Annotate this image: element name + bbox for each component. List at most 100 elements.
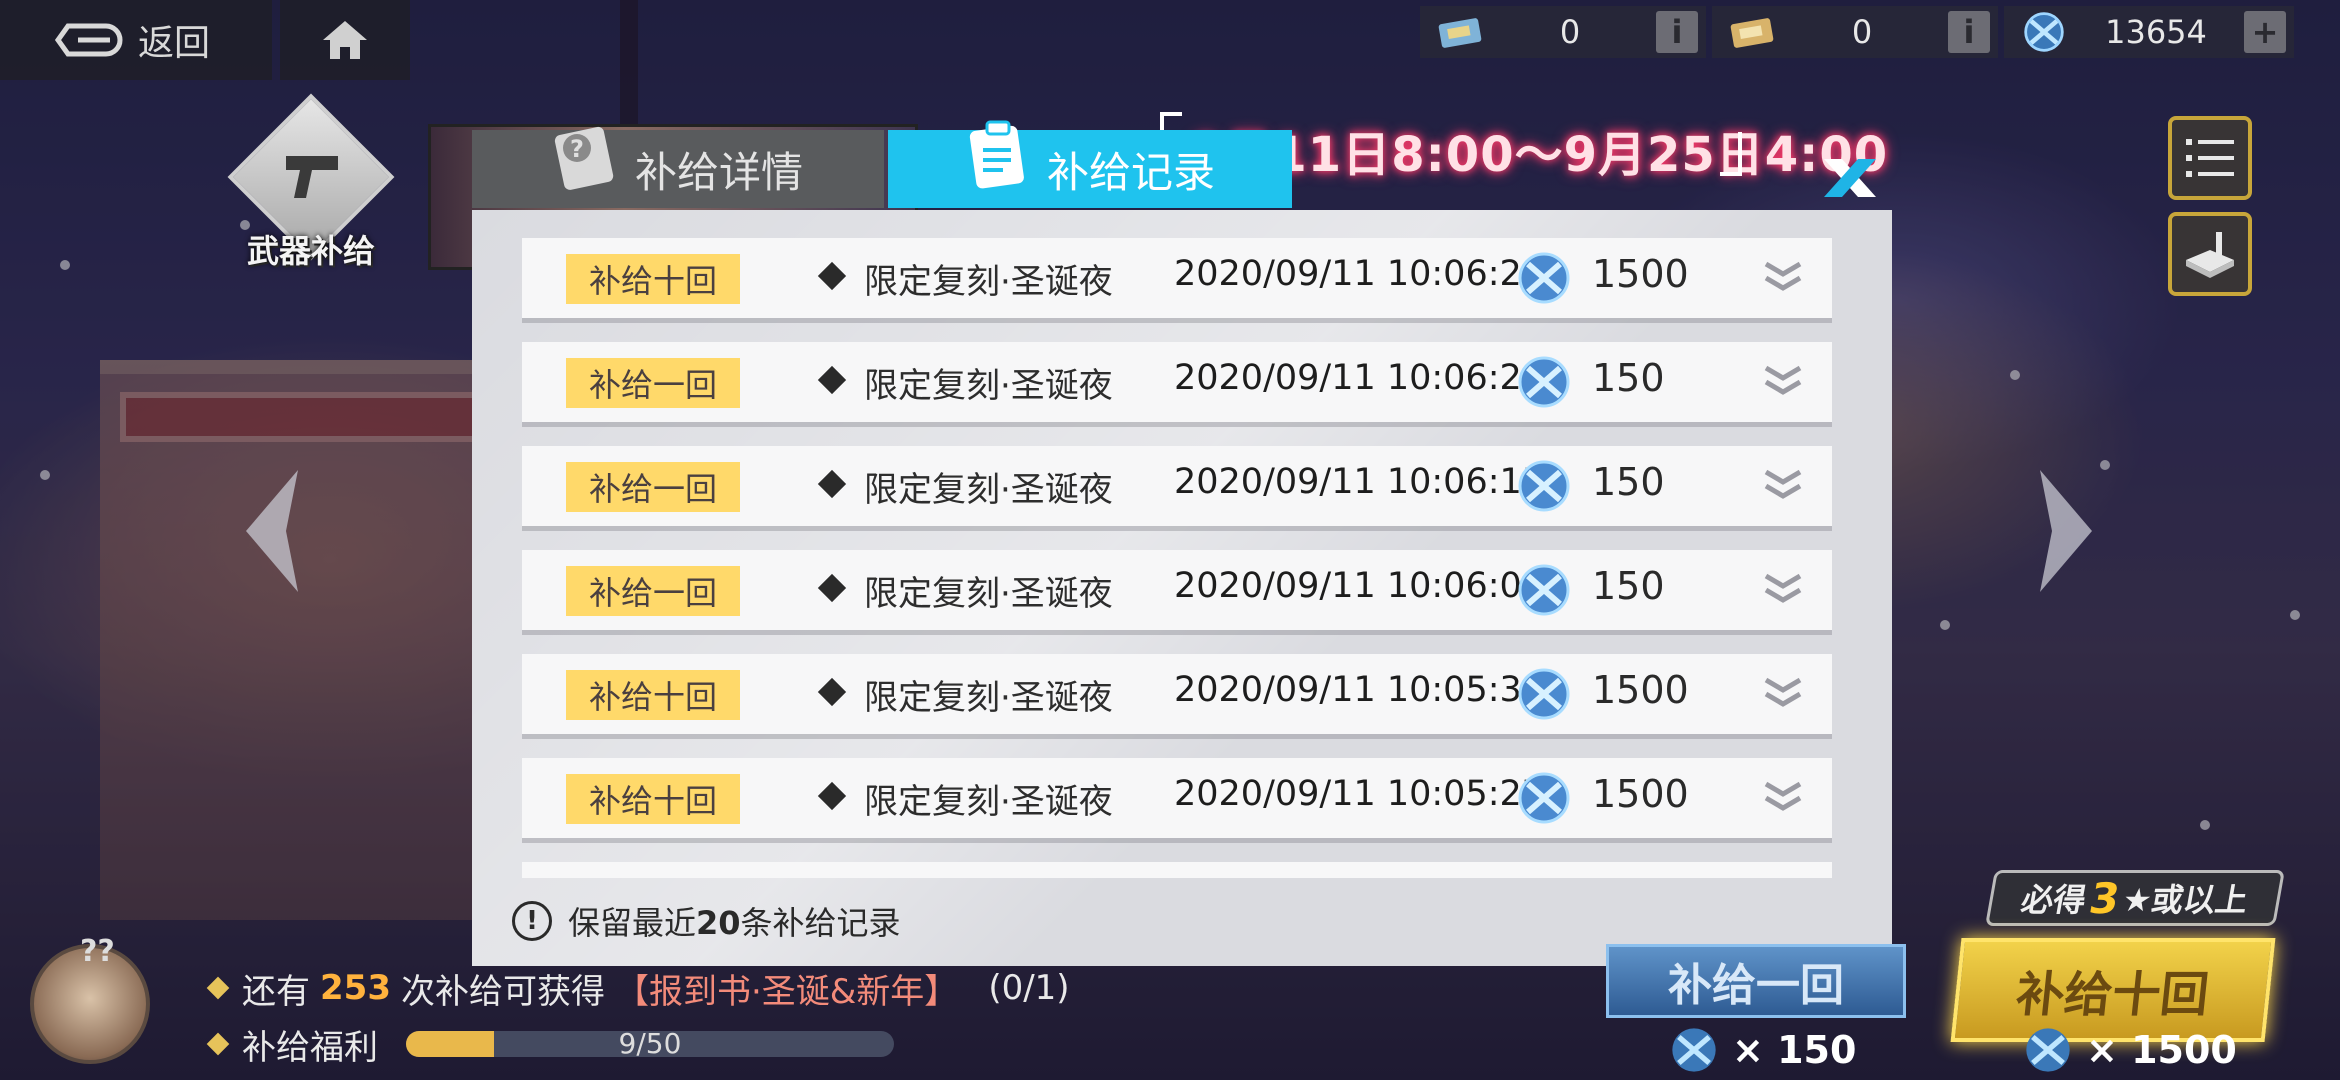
expand-chevron-icon[interactable] [1762, 364, 1804, 400]
clipboard-icon [969, 120, 1024, 189]
supply-type-badge: 补给十回 [566, 774, 740, 824]
record-row-partial[interactable] [522, 862, 1832, 878]
pool-name: 限定复刻·圣诞夜 [864, 262, 1113, 302]
back-button[interactable]: 返回 [0, 0, 272, 80]
record-cost: 1500 [1592, 252, 1689, 296]
record-row[interactable]: 补给十回 限定复刻·圣诞夜 2020/09/11 10:05:36 1500 [522, 654, 1832, 734]
record-time: 2020/09/11 10:06:09 [1174, 566, 1545, 606]
avatar-question-marks: ?? [80, 934, 115, 969]
weapon-tab-label: 武器补给 [246, 232, 375, 270]
supply-once-button[interactable]: 补给一回 [1606, 944, 1906, 1018]
crystal-icon [1516, 666, 1572, 722]
supply-type-badge: 补给一回 [566, 462, 740, 512]
home-icon [323, 21, 367, 59]
record-cost: 150 [1592, 460, 1665, 504]
ten-price: × 1500 [2022, 1024, 2237, 1076]
crystal-icon [1516, 250, 1572, 306]
supply-type-badge: 补给一回 [566, 566, 740, 616]
expand-chevron-icon[interactable] [1762, 676, 1804, 712]
pool-name: 限定复刻·圣诞夜 [864, 366, 1113, 406]
next-arrow-icon[interactable] [2032, 466, 2102, 596]
crystal-icon [2024, 12, 2064, 52]
record-row[interactable]: 补给十回 限定复刻·圣诞夜 2020/09/11 10:05:27 1500 [522, 758, 1832, 838]
exclamation-icon: ! [512, 901, 552, 941]
pool-name: 限定复刻·圣诞夜 [864, 678, 1113, 718]
guarantee-banner: 必得 3 ★或以上 [1985, 870, 2285, 926]
guarantee-info: 还有 253 次补给可获得 【报到书·圣诞&新年】 (0/1) [206, 960, 1070, 1016]
svg-text:?: ? [570, 135, 584, 163]
tab-label: 补给详情 [634, 147, 803, 197]
reward-progress: (0/1) [988, 968, 1070, 1008]
remaining-count: 253 [320, 968, 391, 1008]
bullet-diamond [206, 1032, 230, 1056]
event-date-range: 9月11日8:00～9月25日4:00 [1190, 127, 1889, 183]
record-cost: 150 [1592, 564, 1665, 608]
crystal-icon [1672, 1028, 1716, 1072]
ticket-gold-icon [1730, 18, 1774, 48]
record-row[interactable]: 补给一回 限定复刻·圣诞夜 2020/09/11 10:06:09 150 [522, 550, 1832, 630]
record-cost: 1500 [1592, 668, 1689, 712]
supply-records-panel: 补给十回 限定复刻·圣诞夜 2020/09/11 10:06:29 1500 补给一回限… [472, 210, 1892, 966]
close-icon[interactable] [1820, 155, 1880, 201]
crystal-icon [2026, 1028, 2070, 1072]
bullet-diamond [817, 365, 847, 395]
reward-name: 【报到书·圣诞&新年】 [614, 971, 959, 1012]
welfare-info: 补给福利 9/50 [206, 1016, 1070, 1072]
currency-info-button[interactable]: i [1656, 11, 1698, 53]
welfare-label: 补给福利 [242, 1027, 378, 1068]
tab-supply-details[interactable]: ? 补给详情 [472, 126, 884, 208]
expand-chevron-icon[interactable] [1762, 572, 1804, 608]
single-price: × 150 [1668, 1024, 1856, 1076]
record-time: 2020/09/11 10:05:36 [1174, 670, 1545, 710]
stage-icon [2186, 232, 2234, 278]
question-clipboard-icon: ? [554, 126, 614, 190]
pistol-icon [286, 156, 338, 198]
record-cost: 1500 [1592, 772, 1689, 816]
list-icon [2186, 139, 2234, 177]
expand-chevron-icon[interactable] [1762, 780, 1804, 816]
record-row[interactable]: 补给十回 限定复刻·圣诞夜 2020/09/11 10:06:29 1500 [522, 238, 1832, 318]
weapon-supply-tab[interactable]: 武器补给 [226, 93, 396, 270]
welfare-progress-bar: 9/50 [406, 1031, 894, 1057]
previous-arrow-icon[interactable] [236, 466, 306, 596]
tab-supply-records[interactable]: 补给记录 [888, 120, 1292, 208]
supply-type-badge: 补给十回 [566, 670, 740, 720]
record-time: 2020/09/11 10:06:15 [1174, 462, 1545, 502]
bullet-diamond [817, 573, 847, 603]
bullet-diamond [817, 781, 847, 811]
currency-info-button[interactable]: i [1948, 11, 1990, 53]
record-cost: 150 [1592, 356, 1665, 400]
home-button[interactable] [280, 0, 410, 80]
records-list[interactable]: 补给十回 限定复刻·圣诞夜 2020/09/11 10:06:29 1500 补给一回限… [472, 210, 1892, 878]
bullet-diamond [206, 976, 230, 1000]
record-time: 2020/09/11 10:05:27 [1174, 774, 1545, 814]
expand-chevron-icon[interactable] [1762, 260, 1804, 296]
currency-ticket-gold: 0 i [1712, 6, 1998, 58]
add-currency-button[interactable]: + [2244, 11, 2286, 53]
date-bracket-right [1720, 132, 1742, 176]
crystal-icon [1516, 770, 1572, 826]
currency-value: 0 [1851, 13, 1873, 51]
supply-type-badge: 补给一回 [566, 358, 740, 408]
menu-list-button[interactable] [2168, 116, 2252, 200]
record-row[interactable]: 补给一回 限定复刻·圣诞夜 2020/09/11 10:06:15 150 [522, 446, 1832, 526]
record-row[interactable]: 补给一回 限定复刻·圣诞夜 2020/09/11 10:06:20 150 [522, 342, 1832, 422]
bullet-diamond [817, 261, 847, 291]
records-footer-note: ! 保留最近20条补给记录 [512, 898, 901, 944]
bullet-diamond [817, 469, 847, 499]
currency-crystal: 13654 + [2004, 6, 2294, 58]
footer-note: 保留最近20条补给记录 [568, 904, 901, 942]
welfare-progress-text: 9/50 [618, 1031, 682, 1057]
pool-name: 限定复刻·圣诞夜 [864, 574, 1113, 614]
currency-value: 0 [1559, 13, 1581, 51]
pool-name: 限定复刻·圣诞夜 [864, 782, 1113, 822]
currency-value: 13654 [2105, 13, 2207, 51]
supply-progress-info: 还有 253 次补给可获得 【报到书·圣诞&新年】 (0/1) 补给福利 9/5… [206, 960, 1070, 1072]
currency-ticket-blue: 0 i [1420, 6, 1706, 58]
crystal-icon [1516, 458, 1572, 514]
ticket-blue-icon [1438, 18, 1482, 48]
supply-type-badge: 补给十回 [566, 254, 740, 304]
preview-stage-button[interactable] [2168, 212, 2252, 296]
expand-chevron-icon[interactable] [1762, 468, 1804, 504]
tab-label: 补给记录 [1046, 147, 1215, 197]
